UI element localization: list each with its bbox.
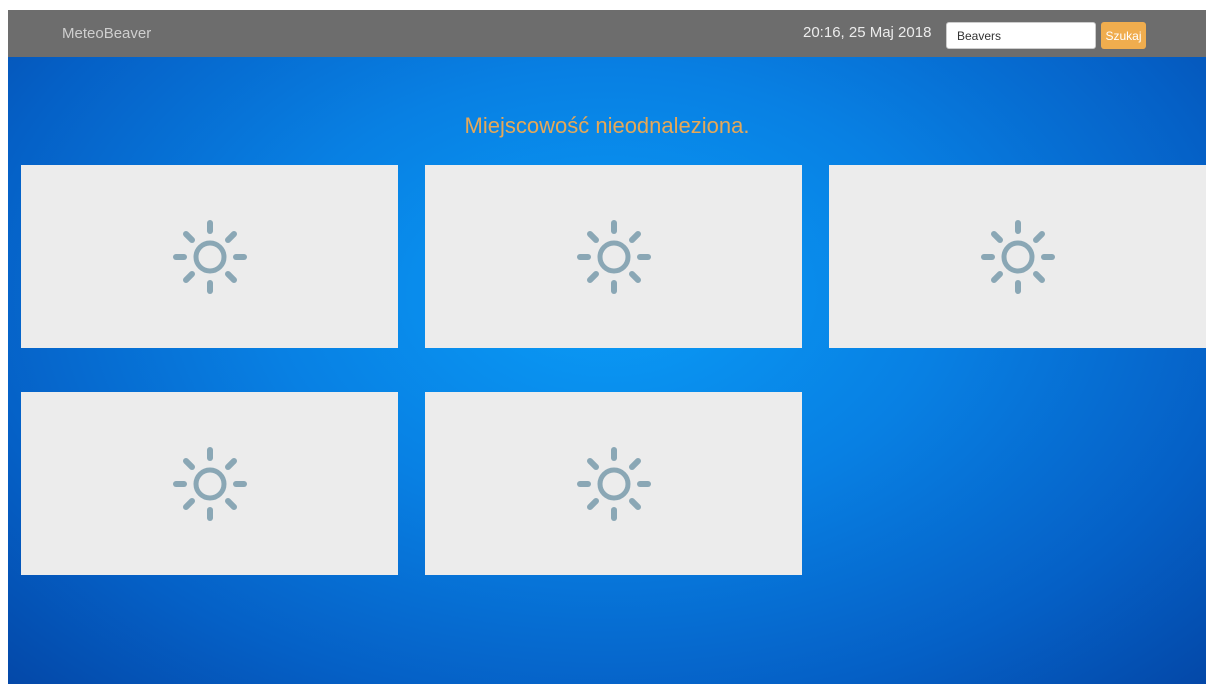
- brand-logo[interactable]: MeteoBeaver: [62, 25, 151, 42]
- sun-icon: [980, 219, 1055, 294]
- sun-icon: [576, 219, 651, 294]
- app-frame: MeteoBeaver 20:16, 25 Maj 2018 Szukaj Mi…: [8, 10, 1206, 684]
- navbar: MeteoBeaver 20:16, 25 Maj 2018 Szukaj: [8, 10, 1206, 57]
- search-input[interactable]: [946, 22, 1096, 49]
- not-found-message: Miejscowość nieodnaleziona.: [464, 113, 750, 138]
- weather-card: [21, 165, 398, 348]
- weather-card: [21, 392, 398, 575]
- weather-card: [829, 165, 1206, 348]
- sun-icon: [172, 219, 247, 294]
- sun-icon: [576, 446, 651, 521]
- weather-card: [425, 165, 802, 348]
- sun-icon: [172, 446, 247, 521]
- search-button[interactable]: Szukaj: [1101, 22, 1146, 49]
- current-datetime: 20:16, 25 Maj 2018: [803, 24, 932, 41]
- weather-card: [425, 392, 802, 575]
